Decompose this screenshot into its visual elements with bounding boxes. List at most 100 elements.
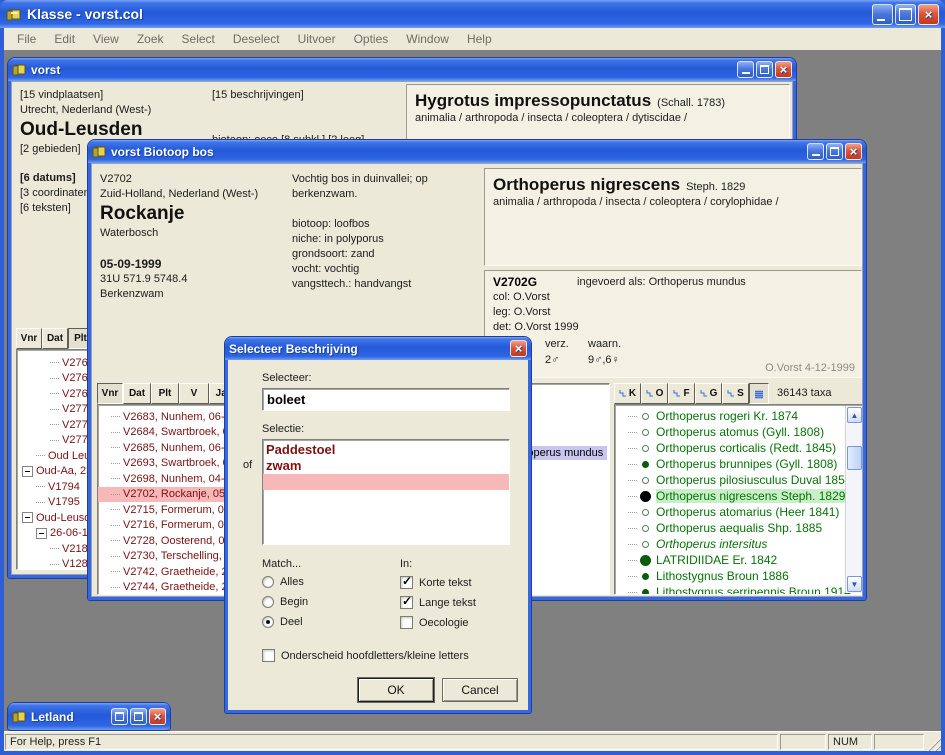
cancel-button[interactable]: Cancel: [442, 678, 518, 702]
description-line: Vochtig bos in duinvallei; op: [292, 172, 477, 187]
tab-plt[interactable]: Plt: [151, 383, 179, 404]
list-view-button[interactable]: ≣: [749, 383, 769, 404]
tab-vnr[interactable]: Vnr: [97, 383, 123, 404]
maximize-icon[interactable]: [130, 708, 147, 725]
scroll-thumb[interactable]: [847, 446, 862, 470]
checkbox-icon[interactable]: [400, 616, 413, 629]
collapse-icon[interactable]: [22, 512, 33, 523]
taxon-row[interactable]: Lithostygnus serripennis Broun 1914: [615, 584, 863, 595]
letland-titlebar[interactable]: Letland ×: [8, 703, 170, 730]
menu-help[interactable]: Help: [458, 29, 501, 49]
tab-dat[interactable]: Dat: [123, 383, 151, 404]
vorst-titlebar[interactable]: vorst ×: [8, 58, 796, 81]
taxon-row[interactable]: Orthoperus aequalis Shp. 1885: [615, 520, 863, 536]
tree-item[interactable]: Oud Leusd: [17, 448, 92, 464]
tab-vnr[interactable]: Vnr: [16, 328, 42, 349]
resize-grip[interactable]: [927, 737, 941, 751]
minimize-icon[interactable]: [872, 4, 893, 25]
menu-select[interactable]: Select: [173, 29, 224, 49]
tree-item[interactable]: V2772: [17, 433, 92, 449]
tab-familie[interactable]: F: [668, 383, 695, 404]
menu-view[interactable]: View: [84, 29, 128, 49]
tree-item[interactable]: V2771: [17, 417, 92, 433]
tree-item[interactable]: V218: [17, 541, 92, 557]
close-icon[interactable]: ×: [149, 708, 166, 725]
menu-uitvoer[interactable]: Uitvoer: [289, 29, 345, 49]
close-icon[interactable]: ×: [775, 61, 792, 78]
checkbox-icon[interactable]: [400, 596, 413, 609]
check-korte-tekst[interactable]: Korte tekst: [400, 576, 472, 589]
scroll-up-icon[interactable]: ▲: [847, 407, 862, 423]
taxon-row[interactable]: Orthoperus pilosiusculus Duval 1859: [615, 472, 863, 488]
tab-soort[interactable]: S: [722, 383, 749, 404]
taxon-row[interactable]: LATRIDIIDAE Er. 1842: [615, 552, 863, 568]
tree-item[interactable]: Oud-Aa, 23: [17, 464, 92, 480]
maximize-icon[interactable]: [895, 4, 916, 25]
maximize-icon[interactable]: [826, 143, 843, 160]
biotoop-titlebar[interactable]: vorst Biotoop bos ×: [88, 140, 866, 163]
close-icon[interactable]: ×: [845, 143, 862, 160]
radio-icon[interactable]: [262, 576, 274, 588]
scroll-down-icon[interactable]: ▼: [847, 576, 862, 592]
menu-opties[interactable]: Opties: [345, 29, 398, 49]
radio-icon[interactable]: [262, 596, 274, 608]
verz-value: 2♂: [545, 353, 559, 368]
close-icon[interactable]: ×: [918, 4, 939, 25]
search-input[interactable]: [262, 388, 510, 411]
taxon-row[interactable]: Lithostygnus Broun 1886: [615, 568, 863, 584]
taxa-scrollbar[interactable]: ▲ ▼: [845, 406, 862, 593]
taxon-row[interactable]: Orthoperus intersitus: [615, 536, 863, 552]
tree-item[interactable]: V2768: [17, 371, 92, 387]
tree-item[interactable]: V2770: [17, 402, 92, 418]
check-oecologie[interactable]: Oecologie: [400, 616, 469, 629]
taxa-count: 36143 taxa: [777, 386, 831, 401]
checkbox-icon[interactable]: [400, 576, 413, 589]
check-case-sensitive[interactable]: Onderscheid hoofdletters/kleine letters: [262, 649, 469, 662]
menu-window[interactable]: Window: [397, 29, 458, 49]
tree-item[interactable]: V2769: [17, 386, 92, 402]
tree-item[interactable]: V1795: [17, 495, 92, 511]
minimize-icon[interactable]: [807, 143, 824, 160]
radio-icon[interactable]: [262, 616, 274, 628]
radio-alles[interactable]: Alles: [262, 576, 304, 588]
tree-item[interactable]: Oud-Leusd: [17, 510, 92, 526]
menu-edit[interactable]: Edit: [45, 29, 84, 49]
collapse-icon[interactable]: [36, 528, 47, 539]
selection-listbox[interactable]: Paddestoel zwam: [262, 439, 510, 545]
taxon-row[interactable]: Orthoperus nigrescens Steph. 1829: [615, 488, 863, 504]
check-lange-tekst[interactable]: Lange tekst: [400, 596, 476, 609]
ok-button[interactable]: OK: [358, 678, 434, 702]
dialog-titlebar[interactable]: Selecteer Beschrijving ×: [225, 337, 531, 360]
radio-deel[interactable]: Deel: [262, 616, 303, 628]
taxon-row[interactable]: Orthoperus atomus (Gyll. 1808): [615, 424, 863, 440]
tree-item[interactable]: 26-06-19: [17, 526, 92, 542]
taxon-row[interactable]: Orthoperus corticalis (Redt. 1845): [615, 440, 863, 456]
collapse-icon[interactable]: [22, 466, 33, 477]
main-titlebar[interactable]: Klasse - vorst.col ×: [0, 0, 945, 28]
tab-v[interactable]: V: [179, 383, 209, 404]
taxon-row[interactable]: Orthoperus rogeri Kr. 1874: [615, 408, 863, 424]
menu-zoek[interactable]: Zoek: [128, 29, 173, 49]
record-place: Rockanje: [100, 202, 290, 226]
menu-deselect[interactable]: Deselect: [224, 29, 289, 49]
selection-item[interactable]: zwam: [263, 458, 509, 474]
menu-file[interactable]: File: [8, 29, 45, 49]
tab-dat[interactable]: Dat: [42, 328, 68, 349]
tree-item[interactable]: V1794: [17, 479, 92, 495]
tab-genus[interactable]: G: [695, 383, 722, 404]
selection-highlight-row[interactable]: [263, 474, 509, 490]
species-author: Steph. 1829: [686, 181, 745, 193]
close-icon[interactable]: ×: [510, 340, 527, 357]
taxon-row[interactable]: Orthoperus brunnipes (Gyll. 1808): [615, 456, 863, 472]
checkbox-icon[interactable]: [262, 649, 275, 662]
tree-item[interactable]: V128: [17, 557, 92, 571]
tab-orde[interactable]: O: [641, 383, 668, 404]
tree-item[interactable]: V2767: [17, 355, 92, 371]
minimize-icon[interactable]: [737, 61, 754, 78]
selection-item[interactable]: Paddestoel: [263, 442, 509, 458]
restore-icon[interactable]: [111, 708, 128, 725]
tab-klasse[interactable]: K: [614, 383, 641, 404]
maximize-icon[interactable]: [756, 61, 773, 78]
taxon-row[interactable]: Orthoperus atomarius (Heer 1841): [615, 504, 863, 520]
radio-begin[interactable]: Begin: [262, 596, 308, 608]
